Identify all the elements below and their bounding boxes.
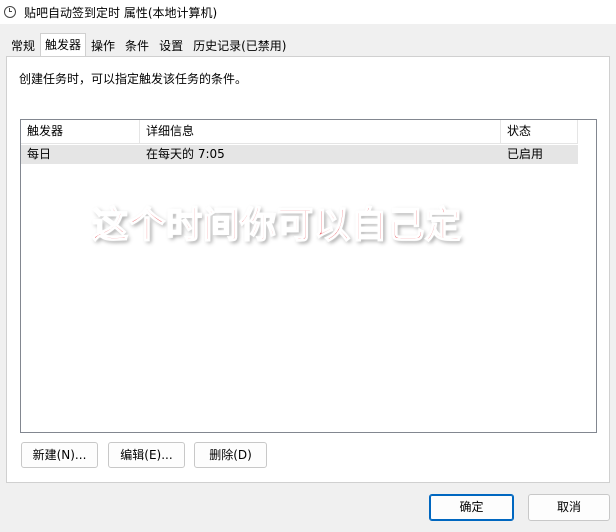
clock-icon bbox=[4, 6, 16, 18]
cell-details: 在每天的 7:05 bbox=[146, 147, 225, 161]
column-header-status[interactable]: 状态 bbox=[501, 120, 578, 144]
list-header: 触发器 详细信息 状态 bbox=[21, 120, 578, 144]
column-header-details[interactable]: 详细信息 bbox=[140, 120, 501, 144]
tab-strip: 常规 触发器 操作 条件 设置 历史记录(已禁用) bbox=[6, 33, 291, 57]
column-header-trigger[interactable]: 触发器 bbox=[21, 120, 140, 144]
window-title: 贴吧自动签到定时 属性(本地计算机) bbox=[24, 5, 218, 20]
tab-history[interactable]: 历史记录(已禁用) bbox=[188, 35, 291, 56]
edit-trigger-button[interactable]: 编辑(E)... bbox=[108, 442, 185, 468]
triggers-panel: 创建任务时，可以指定触发该任务的条件。 触发器 详细信息 状态 每日 在每天的 … bbox=[6, 56, 610, 483]
title-bar: 贴吧自动签到定时 属性(本地计算机) bbox=[0, 0, 616, 24]
tab-actions[interactable]: 操作 bbox=[86, 35, 120, 56]
delete-trigger-button[interactable]: 删除(D) bbox=[194, 442, 267, 468]
annotation-overlay: 这个时间你可以自己定 bbox=[91, 204, 463, 247]
tab-general[interactable]: 常规 bbox=[6, 35, 40, 56]
table-row[interactable]: 每日 在每天的 7:05 已启用 bbox=[21, 145, 578, 164]
ok-button[interactable]: 确定 bbox=[429, 494, 514, 521]
tab-conditions[interactable]: 条件 bbox=[120, 35, 154, 56]
tab-settings[interactable]: 设置 bbox=[154, 35, 188, 56]
cell-status: 已启用 bbox=[507, 147, 544, 161]
tab-triggers[interactable]: 触发器 bbox=[40, 33, 87, 56]
trigger-list[interactable]: 触发器 详细信息 状态 每日 在每天的 7:05 已启用 bbox=[20, 119, 597, 433]
cell-trigger: 每日 bbox=[27, 147, 52, 161]
instruction-text: 创建任务时，可以指定触发该任务的条件。 bbox=[19, 72, 248, 86]
new-trigger-button[interactable]: 新建(N)... bbox=[21, 442, 98, 468]
cancel-button[interactable]: 取消 bbox=[528, 494, 610, 521]
